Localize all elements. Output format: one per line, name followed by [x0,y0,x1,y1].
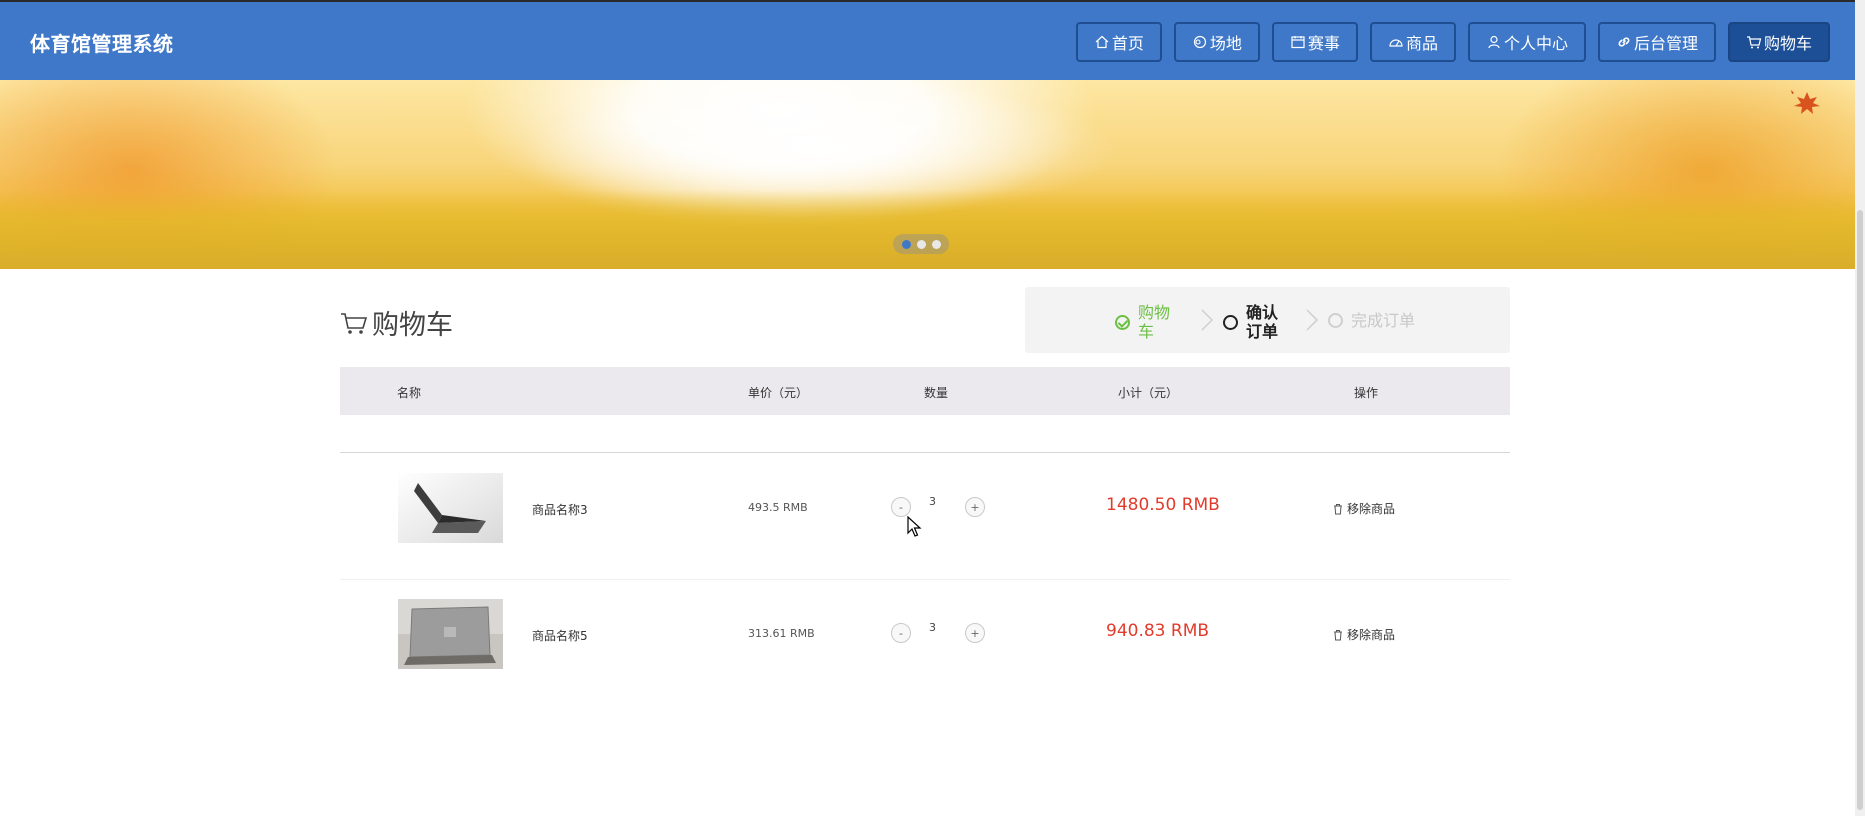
table-divider [340,452,1510,453]
step-complete-label: 完成订单 [1351,311,1416,330]
nav-home-button[interactable]: 首页 [1075,22,1162,62]
carousel-dot[interactable] [916,239,926,249]
row-subtotal: 940.83 RMB [1106,621,1210,641]
table-row: 商品名称3 493.5 RMB - 3 + 1480.50 RMB 移除商品 [340,473,1510,545]
calendar-icon [1290,34,1306,50]
nav-admin-button[interactable]: 后台管理 [1597,22,1716,62]
quantity-stepper: - 3 + [891,495,991,521]
step-cart-label: 购物车 [1138,303,1171,341]
nav-events-label: 赛事 [1307,34,1340,53]
remove-item-label: 移除商品 [1347,502,1396,516]
cart-heading: 购物车 [340,303,453,342]
step-confirm-label: 确认订单 [1246,303,1279,341]
quantity-stepper: - 3 + [891,621,991,647]
checkout-steps: 购物车 确认订单 完成订单 [1025,287,1510,353]
main-nav: 首页 场地 赛事 商品 个人中心 后台管理 购物车 [1075,22,1830,62]
venue-icon [1192,34,1208,50]
product-thumbnail[interactable] [398,599,503,669]
cart-table-header: 名称 单价（元） 数量 小计（元） 操作 [340,367,1510,415]
product-name[interactable]: 商品名称3 [532,501,588,518]
unit-price: 493.5 RMB [748,501,808,514]
banner-field [0,190,1855,269]
cart-heading-icon [341,312,368,334]
page: 体育馆管理系统 首页 场地 赛事 商品 个人中心 后台管理 购物车 购物车 购物… [0,0,1865,816]
product-name[interactable]: 商品名称5 [532,627,588,644]
site-brand[interactable]: 体育馆管理系统 [30,28,174,57]
carousel-dot[interactable] [931,239,941,249]
user-icon [1486,34,1502,50]
col-qty-header: 数量 [924,386,949,400]
step-complete: 完成订单 [1328,311,1415,330]
unit-price: 313.61 RMB [748,627,815,640]
increase-qty-button[interactable]: + [965,497,985,517]
mouse-cursor-icon [907,516,922,537]
nav-profile-label: 个人中心 [1503,34,1568,53]
increase-qty-button[interactable]: + [965,623,985,643]
scrollbar-thumb[interactable] [1857,210,1863,810]
trash-icon [1334,503,1342,514]
product-icon [1388,34,1404,50]
nav-admin-label: 后台管理 [1633,34,1698,53]
step-cart: 购物车 [1115,303,1172,341]
quantity-value: 3 [929,621,936,634]
cart-icon [1746,34,1762,50]
home-icon [1094,34,1110,50]
nav-home-label: 首页 [1111,34,1144,53]
remove-item-label: 移除商品 [1347,628,1396,642]
carousel-dot[interactable] [901,239,911,249]
table-row: 商品名称5 313.61 RMB - 3 + 940.83 RMB 移除商品 [340,599,1510,671]
nav-products-button[interactable]: 商品 [1369,22,1456,62]
nav-cart-label: 购物车 [1763,34,1812,53]
col-action-header: 操作 [1354,386,1379,400]
col-name-header: 名称 [397,386,422,400]
remove-item-button[interactable]: 移除商品 [1332,626,1395,643]
col-price-header: 单价（元） [748,386,809,400]
decrease-qty-button[interactable]: - [891,623,911,643]
product-thumbnail[interactable] [398,473,503,543]
nav-cart-button[interactable]: 购物车 [1727,22,1830,62]
nav-products-label: 商品 [1405,34,1438,53]
remove-item-button[interactable]: 移除商品 [1332,500,1395,517]
link-icon [1616,34,1632,50]
chevron-right-icon [1305,309,1319,331]
circle-icon [1328,313,1343,328]
check-circle-icon [1115,314,1130,330]
nav-venue-label: 场地 [1209,34,1242,53]
quantity-value: 3 [929,495,936,508]
cart-title-text: 购物车 [372,310,453,341]
nav-profile-button[interactable]: 个人中心 [1467,22,1586,62]
decrease-qty-button[interactable]: - [891,497,911,517]
step-confirm: 确认订单 [1223,303,1280,341]
row-subtotal: 1480.50 RMB [1106,495,1220,515]
trash-icon [1334,629,1342,640]
nav-venue-button[interactable]: 场地 [1173,22,1260,62]
maple-leaf-icon [1791,90,1820,114]
nav-events-button[interactable]: 赛事 [1271,22,1358,62]
carousel-indicators [893,234,949,254]
row-divider [340,579,1510,580]
chevron-right-icon [1200,309,1214,331]
page-scrollbar[interactable] [1855,0,1865,816]
top-navbar: 体育馆管理系统 首页 场地 赛事 商品 个人中心 后台管理 购物车 [0,0,1855,80]
circle-icon [1223,314,1238,330]
hero-banner [0,80,1855,269]
col-subtotal-header: 小计（元） [1118,386,1179,400]
